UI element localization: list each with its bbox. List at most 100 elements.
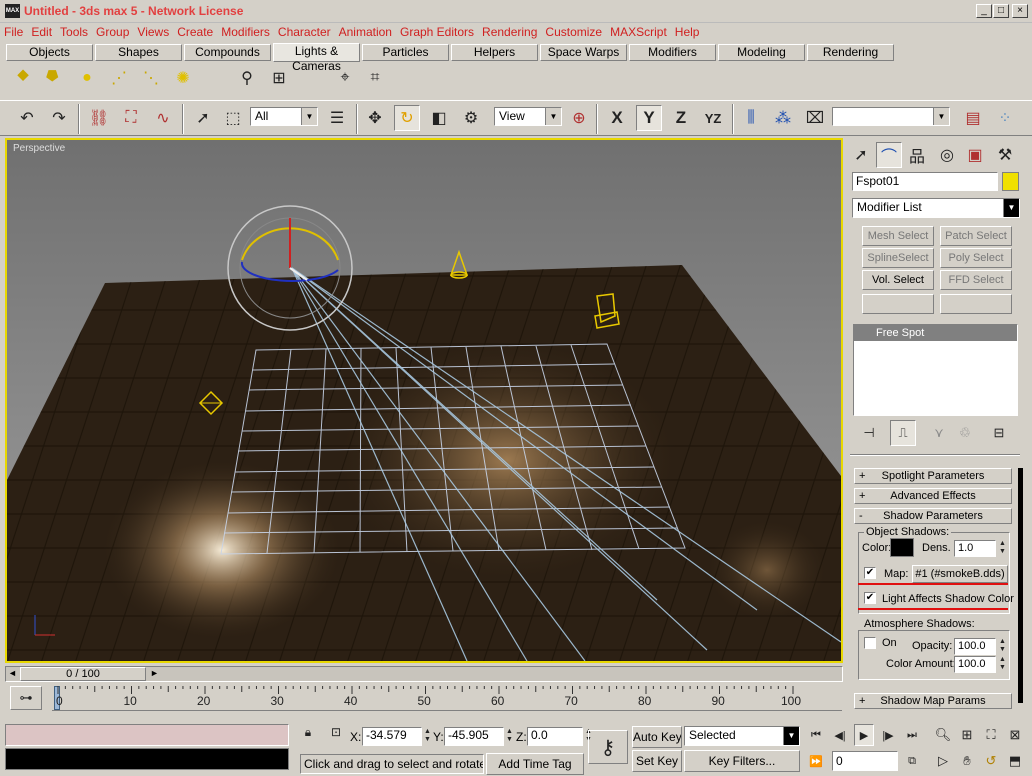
auto-key-button[interactable]: Auto Key — [632, 726, 682, 748]
maximize-button[interactable]: □ — [993, 4, 1009, 18]
create-panel-icon[interactable]: ➚ — [848, 142, 874, 168]
mirror-icon[interactable]: ⫼ — [738, 105, 764, 131]
make-unique-icon[interactable]: ⋎ — [926, 420, 952, 446]
map-checkbox[interactable]: ✔ — [864, 567, 876, 579]
ref-coord-dropdown[interactable]: View ▼ — [494, 107, 562, 126]
maximize-viewport-icon[interactable]: ⬒ — [1004, 750, 1026, 772]
time-slider-thumb[interactable]: 0 / 100 — [20, 667, 146, 681]
zoom-extents-icon[interactable]: ⛶ — [980, 724, 1002, 746]
rollout-shadow-parameters[interactable]: - Shadow Parameters — [854, 508, 1012, 524]
omni-light-icon[interactable]: ● — [74, 65, 100, 91]
tab-space-warps[interactable]: Space Warps — [540, 44, 627, 61]
go-to-start-icon[interactable]: ⏮ — [806, 724, 826, 746]
panel-scrollbar[interactable] — [1018, 468, 1023, 703]
light-affects-shadow-checkbox[interactable]: ✔ — [864, 592, 876, 604]
menu-item-group[interactable]: Group — [92, 23, 133, 41]
field-of-view-icon[interactable]: ▷ — [932, 750, 954, 772]
lock-selection-icon[interactable]: 🔒︎ — [298, 722, 318, 742]
app-icon[interactable]: MAX — [5, 4, 20, 18]
light-include-icon[interactable]: ⊞ — [266, 65, 292, 91]
current-frame-field[interactable]: 0 — [832, 751, 898, 771]
opacity-field[interactable]: 100.0 — [954, 638, 996, 655]
time-configuration-icon[interactable]: ⧉ — [902, 750, 922, 772]
menu-item-help[interactable]: Help — [671, 23, 704, 41]
utilities-panel-icon[interactable]: ⚒ — [992, 142, 1018, 168]
tab-shapes[interactable]: Shapes — [95, 44, 182, 61]
select-by-name-icon[interactable]: ☰ — [324, 105, 350, 131]
light-affects-shadow-label[interactable]: Light Affects Shadow Color — [882, 593, 1014, 605]
go-to-end-icon[interactable]: ⏭ — [902, 724, 922, 746]
bind-space-warp-icon[interactable]: ∿ — [150, 105, 176, 131]
select-and-move-icon[interactable]: ✥ — [362, 105, 388, 131]
tab-modeling[interactable]: Modeling — [718, 44, 805, 61]
modifier-button-patch-select[interactable]: Patch Select — [940, 226, 1012, 246]
free-camera-icon[interactable]: ⌗ — [362, 65, 388, 91]
free-spot-icon[interactable]: ⯂ — [38, 65, 64, 91]
align-icon[interactable]: ⌧ — [802, 105, 828, 131]
modifier-button-vol-select[interactable]: Vol. Select — [862, 270, 934, 290]
object-name-field[interactable]: Fspot01 — [852, 172, 998, 191]
y-coord-spinner[interactable]: ▲ ▼ — [505, 728, 514, 745]
x-coord-field[interactable]: -34.579 — [362, 727, 422, 746]
target-camera-icon[interactable]: ⌖ — [332, 65, 358, 91]
select-and-manipulate-icon[interactable]: ⚙ — [458, 105, 484, 131]
opacity-spinner[interactable]: ▲ ▼ — [998, 638, 1007, 655]
tab-objects[interactable]: Objects — [6, 44, 93, 61]
next-frame-icon[interactable]: |▶ — [878, 724, 898, 746]
prev-frame-arrow-icon[interactable]: ◄ — [8, 668, 17, 678]
rect-selection-icon[interactable]: ⬚ — [220, 105, 246, 131]
select-and-link-icon[interactable]: ⛓ — [86, 105, 112, 131]
tab-helpers[interactable]: Helpers — [451, 44, 538, 61]
redo-icon[interactable]: ↷ — [46, 105, 72, 131]
menu-item-views[interactable]: Views — [133, 23, 173, 41]
menu-item-graph-editors[interactable]: Graph Editors — [396, 23, 478, 41]
menu-item-tools[interactable]: Tools — [56, 23, 92, 41]
color-amount-field[interactable]: 100.0 — [954, 656, 996, 673]
atmosphere-on-checkbox[interactable] — [864, 637, 876, 649]
show-end-result-icon[interactable]: ⎍ — [890, 420, 916, 446]
tab-compounds[interactable]: Compounds — [184, 44, 271, 61]
target-direct-icon[interactable]: ⋰ — [106, 65, 132, 91]
close-button[interactable]: × — [1012, 4, 1028, 18]
menu-item-character[interactable]: Character — [274, 23, 335, 41]
minimize-button[interactable]: _ — [976, 4, 992, 18]
key-selection-dropdown[interactable]: Selected ▼ — [684, 726, 800, 746]
remove-modifier-icon[interactable]: ♲ — [952, 420, 978, 446]
zoom-icon[interactable]: 🔍︎ — [932, 724, 954, 746]
time-slider-track[interactable]: 0 / 100 ◄ ► — [5, 666, 843, 682]
configure-sets-icon[interactable]: ⊟ — [986, 420, 1012, 446]
set-key-button[interactable]: Set Key — [632, 750, 682, 772]
density-field[interactable]: 1.0 — [954, 540, 996, 557]
key-filters-button[interactable]: Key Filters... — [684, 750, 800, 772]
rollout-spotlight-parameters[interactable]: + Spotlight Parameters — [854, 468, 1012, 484]
stack-item-free-spot[interactable]: Free Spot — [854, 325, 1017, 341]
menu-item-customize[interactable]: Customize — [541, 23, 606, 41]
restrict-x-button[interactable]: X — [604, 105, 630, 131]
shadow-color-swatch[interactable] — [890, 538, 914, 557]
undo-icon[interactable]: ↶ — [14, 105, 40, 131]
selection-filter-dropdown[interactable]: All ▼ — [250, 107, 318, 126]
pan-icon[interactable]: ✋︎ — [956, 750, 978, 772]
unlink-selection-icon[interactable]: ⛶ — [118, 105, 144, 131]
density-spinner[interactable]: ▲ ▼ — [998, 540, 1007, 557]
color-amount-spinner[interactable]: ▲ ▼ — [998, 656, 1007, 673]
track-view-icon[interactable]: ▤ — [960, 105, 986, 131]
modifier-button-empty[interactable] — [940, 294, 1012, 314]
restrict-z-button[interactable]: Z — [668, 105, 694, 131]
rollout-advanced-effects[interactable]: + Advanced Effects — [854, 488, 1012, 504]
restrict-yz-button[interactable]: YZ — [700, 105, 726, 131]
object-color-swatch[interactable] — [1002, 172, 1019, 191]
modifier-stack[interactable]: Free Spot — [853, 324, 1018, 416]
menu-item-maxscript[interactable]: MAXScript — [606, 23, 671, 41]
maxscript-output-field[interactable] — [5, 748, 289, 770]
tab-modifiers[interactable]: Modifiers — [629, 44, 716, 61]
maxscript-listener-field[interactable] — [5, 724, 289, 746]
select-object-icon[interactable]: ➚ — [190, 105, 216, 131]
named-selection-dropdown[interactable]: ▼ — [832, 107, 950, 126]
set-key-mode-icon[interactable]: ⚷ — [588, 730, 628, 764]
x-coord-spinner[interactable]: ▲ ▼ — [423, 728, 432, 745]
menu-item-create[interactable]: Create — [173, 23, 217, 41]
select-and-rotate-icon[interactable]: ↻ — [394, 105, 420, 131]
rollout-shadow-map-params[interactable]: + Shadow Map Params — [854, 693, 1012, 709]
motion-panel-icon[interactable]: ◎ — [934, 142, 960, 168]
